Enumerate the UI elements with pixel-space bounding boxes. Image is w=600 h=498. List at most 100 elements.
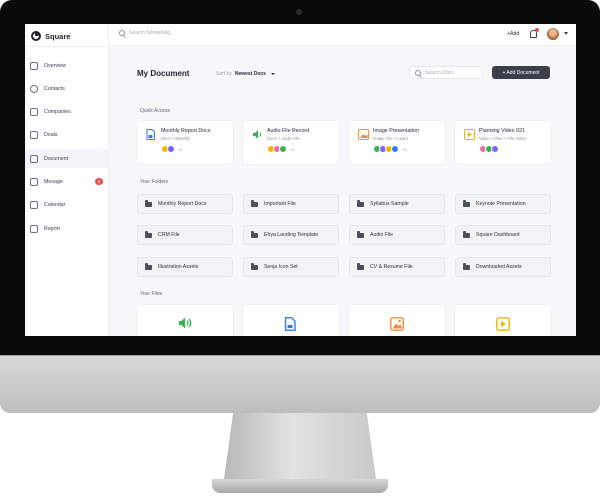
folder-icon	[463, 231, 470, 238]
add-document-button[interactable]: + Add Document	[492, 66, 550, 79]
avatar	[167, 145, 175, 153]
sidebar-item-contacts[interactable]: Contacts	[25, 79, 109, 98]
folder-icon	[145, 200, 152, 207]
sidebar-item-label: Report	[44, 225, 60, 232]
document-icon	[30, 154, 38, 163]
sidebar-item-calendar[interactable]: Calendar	[25, 196, 109, 215]
add-button[interactable]: +Add	[507, 31, 519, 37]
global-search-input[interactable]: Search Something...	[129, 30, 174, 36]
folder-icon	[145, 263, 152, 270]
logo-icon	[31, 31, 41, 41]
search-docs[interactable]: Search Docs	[409, 66, 483, 79]
sidebar-item-overview[interactable]: Overview	[25, 56, 109, 75]
sort-value: Newest Docs	[234, 71, 266, 77]
collaborator-avatars: +2	[161, 145, 183, 153]
folder-item[interactable]: Audio File	[349, 225, 445, 245]
document-icon	[146, 129, 155, 140]
quick-access-path: Docs > Audio File	[267, 136, 300, 141]
folder-item[interactable]: Ehya Landing Template	[243, 225, 339, 245]
folder-icon	[251, 200, 258, 207]
collaborator-avatars: +4	[373, 145, 407, 153]
folder-name: Senja Icon Set	[264, 264, 298, 270]
monitor-chin	[0, 355, 600, 413]
folder-item[interactable]: Square Dashboard	[455, 225, 551, 245]
quick-access-path: Video > Plan > File Video	[479, 136, 527, 141]
folder-name: Square Dashboard	[476, 232, 520, 238]
folder-item[interactable]: Important File	[243, 194, 339, 214]
page-title: My Document	[137, 69, 190, 78]
global-search[interactable]: Search Something...	[119, 30, 174, 36]
mail-icon	[30, 177, 38, 186]
more-count: +4	[402, 146, 407, 152]
folder-name: CRM File	[158, 232, 180, 238]
folder-item[interactable]: CV & Resume File	[349, 257, 445, 277]
quick-access-heading: Quick Access	[140, 108, 171, 114]
file-card[interactable]	[243, 305, 339, 336]
building-icon	[30, 108, 38, 117]
folder-item[interactable]: Downloaded Assets	[455, 257, 551, 277]
folder-name: Audio File	[370, 232, 394, 238]
quick-access-card[interactable]: Image Presentation Image File > Learn +4	[349, 121, 445, 164]
quick-access-card[interactable]: Monthly Report Docs Docs > Monthly +2	[137, 121, 233, 164]
folder-icon	[357, 263, 364, 270]
calendar-icon	[30, 201, 38, 210]
sidebar: Square Overview Contacts Companies Deals	[25, 24, 109, 336]
folders-heading: Your Folders	[140, 179, 169, 185]
collaborator-avatars: +2	[267, 145, 295, 153]
sidebar-item-message[interactable]: Mesage 6	[25, 172, 109, 191]
image-icon	[358, 129, 369, 140]
sidebar-nav: Overview Contacts Companies Deals Docume…	[25, 56, 109, 242]
search-icon	[415, 69, 421, 76]
folder-icon	[357, 200, 364, 207]
sidebar-item-companies[interactable]: Companies	[25, 103, 109, 122]
sidebar-item-label: Overview	[44, 62, 67, 69]
avatar[interactable]	[547, 28, 559, 40]
folder-item[interactable]: Syllabus Sample	[349, 194, 445, 214]
chevron-down-icon[interactable]	[564, 32, 568, 35]
sidebar-item-label: Companies	[44, 109, 71, 116]
folder-item[interactable]: Illustration Assets	[137, 257, 233, 277]
sidebar-item-document[interactable]: Document	[25, 149, 109, 169]
file-card[interactable]	[137, 305, 233, 336]
quick-access-title: Monthly Report Docs	[161, 128, 211, 134]
message-count-badge: 6	[95, 178, 103, 186]
sort-dropdown[interactable]: Sort by Newest Docs	[216, 71, 275, 77]
quick-access-card[interactable]: Audio File Record Docs > Audio File +2	[243, 121, 339, 164]
monitor-stand	[224, 413, 376, 479]
sidebar-item-report[interactable]: Report	[25, 219, 109, 238]
file-card[interactable]	[349, 305, 445, 336]
search-docs-input[interactable]: Search Docs	[425, 70, 454, 76]
quick-access-path: Docs > Monthly	[161, 136, 190, 141]
folder-item[interactable]: CRM File	[137, 225, 233, 245]
image-icon	[390, 317, 404, 331]
notification-dot	[535, 28, 539, 32]
folder-item[interactable]: Senja Icon Set	[243, 257, 339, 277]
chevron-down-icon	[270, 73, 275, 75]
folder-item[interactable]: Keynote Presentation	[455, 194, 551, 214]
app-logo[interactable]: Square	[31, 29, 70, 43]
video-icon	[496, 317, 510, 331]
camera-icon	[296, 9, 302, 15]
top-bar: Search Something... +Add	[109, 24, 576, 46]
audio-icon	[253, 130, 262, 139]
folder-item[interactable]: Monthly Report Docs	[137, 194, 233, 214]
quick-access-card[interactable]: Planning Video 021 Video > Plan > File V…	[455, 121, 551, 164]
quick-access-path: Image File > Learn	[373, 136, 409, 141]
sidebar-item-label: Mesage	[44, 178, 63, 185]
more-count: +2	[178, 146, 183, 152]
folder-name: Syllabus Sample	[370, 201, 409, 207]
sidebar-item-label: Deals	[44, 132, 58, 139]
folder-icon	[357, 231, 364, 238]
main-content: My Document Sort by Newest Docs Search D…	[109, 46, 576, 336]
monitor-stand-base	[212, 479, 388, 493]
quick-access-title: Planning Video 021	[479, 128, 525, 134]
folder-icon	[463, 263, 470, 270]
sidebar-item-deals[interactable]: Deals	[25, 126, 109, 145]
document-icon	[284, 317, 296, 331]
folder-name: Keynote Presentation	[476, 201, 526, 207]
file-card[interactable]	[455, 305, 551, 336]
sidebar-divider	[25, 46, 109, 47]
folder-icon	[145, 231, 152, 238]
folder-name: Ehya Landing Template	[264, 232, 319, 238]
folder-icon	[251, 263, 258, 270]
